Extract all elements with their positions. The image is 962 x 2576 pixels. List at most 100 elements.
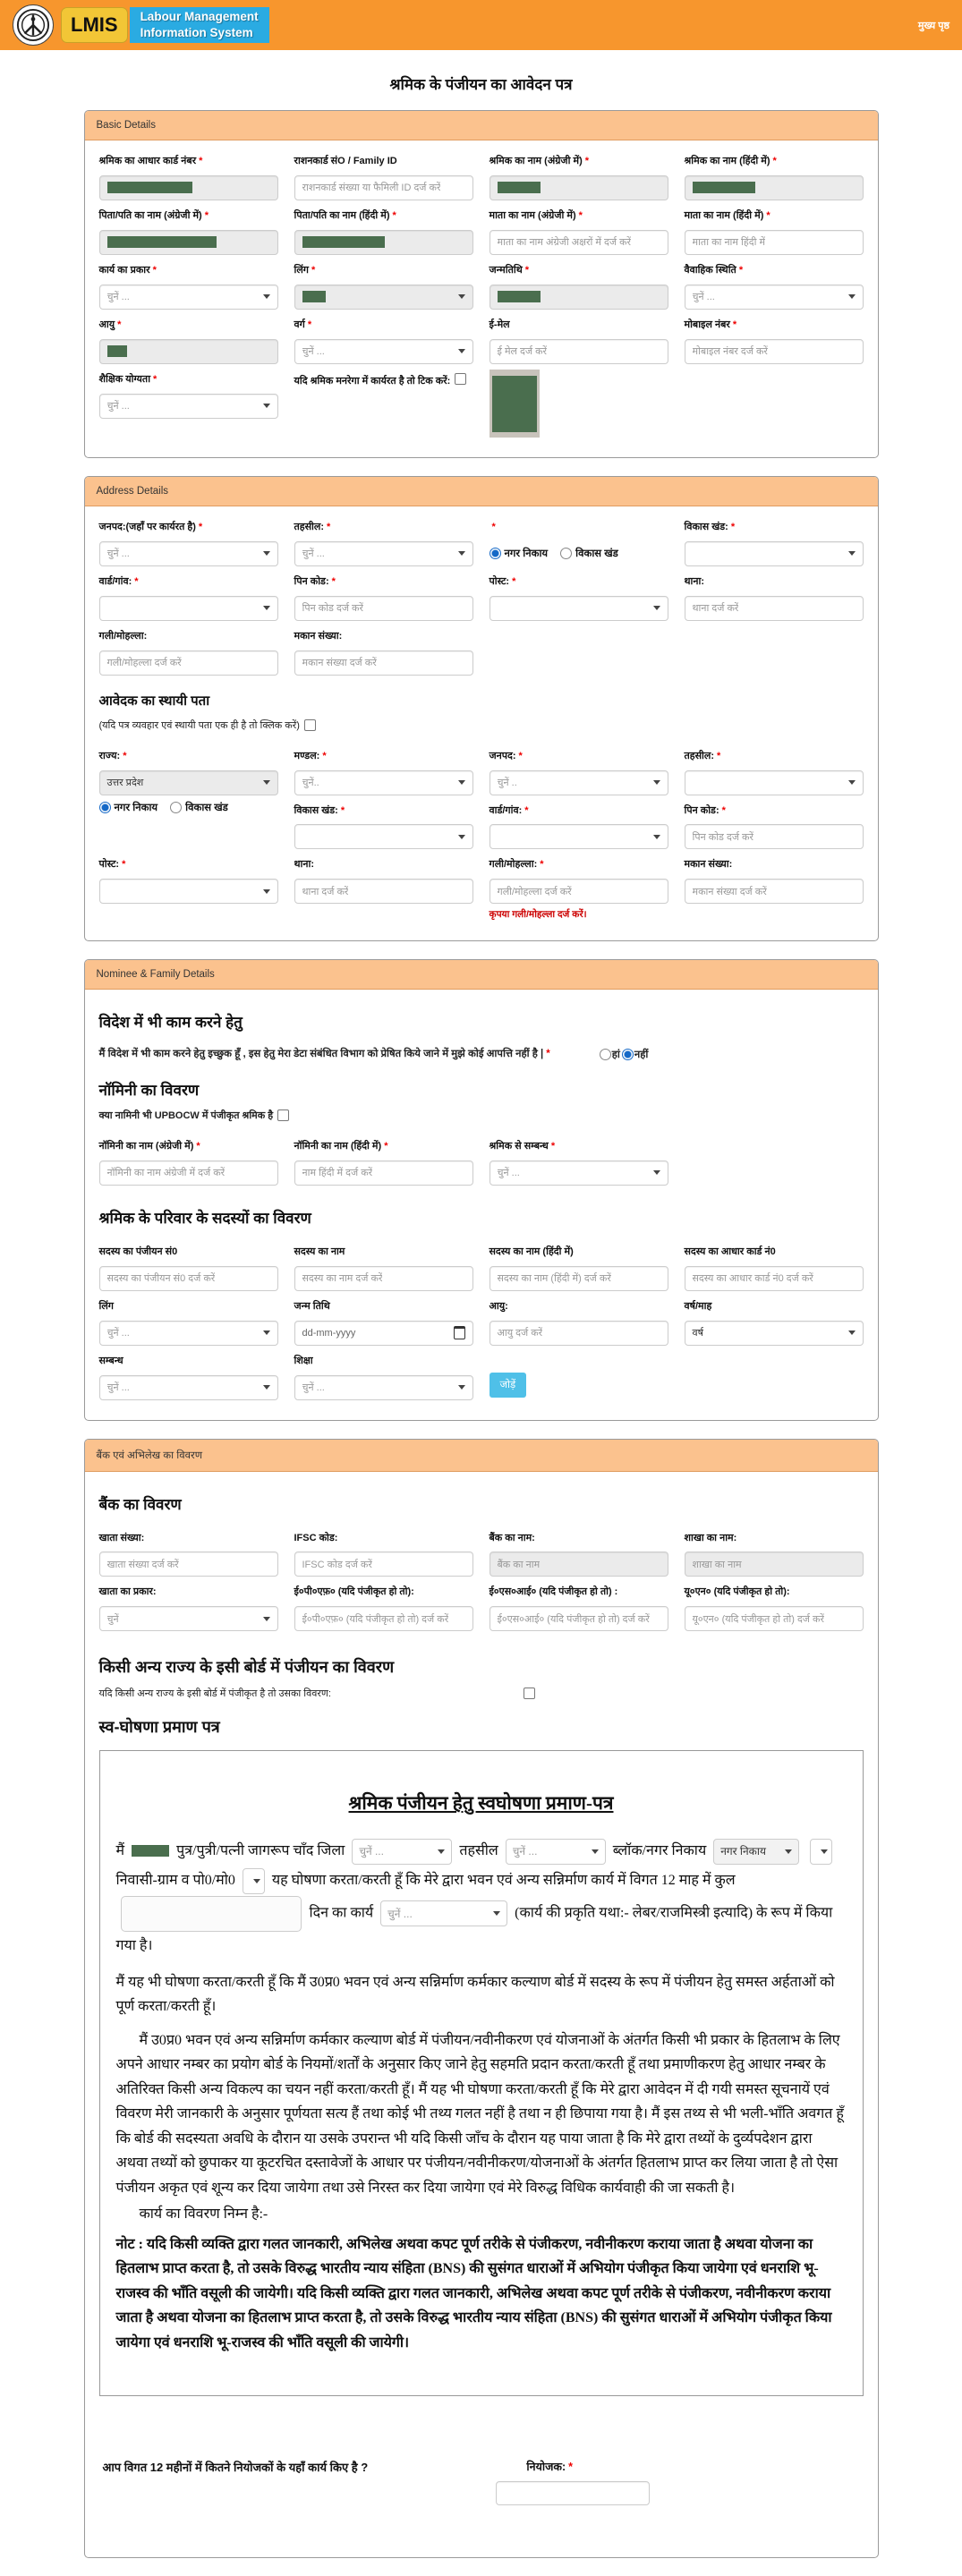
member-aadhaar-input[interactable]: सदस्य का आधार कार्ड नं0 दर्ज करें [684, 1265, 864, 1291]
consent-no-radio[interactable] [621, 1049, 634, 1061]
member-name-input[interactable]: सदस्य का नाम दर्ज करें [294, 1265, 473, 1291]
perm-ward-village-select[interactable] [489, 824, 668, 850]
decl-residence-select[interactable] [242, 1868, 265, 1895]
father-husband-name-en-input[interactable] [98, 229, 278, 255]
un-number-input[interactable]: यू०एन० (यदि पंजीकृत हो तो) दर्ज करें [684, 1606, 864, 1632]
pin-code-input[interactable]: पिन कोड दर्ज करें [294, 595, 473, 621]
consent-yes-radio[interactable] [599, 1049, 611, 1061]
police-station-input[interactable]: थाना दर्ज करें [684, 595, 864, 621]
decl-work-select[interactable]: चुनें ... [380, 1900, 508, 1927]
same-address-checkbox[interactable] [303, 718, 316, 731]
member-name-hi-input[interactable]: सदस्य का नाम (हिंदी में) दर्ज करें [489, 1265, 668, 1291]
worker-name-en-field: श्रमिक का नाम (अंग्रेजी में) * [489, 146, 668, 200]
work-type-select[interactable]: चुनें ... [98, 284, 278, 310]
esi-number-input[interactable]: ई०एस०आई० (यदि पंजीकृत हो तो) दर्ज करें [489, 1606, 668, 1632]
member-relation-select[interactable]: चुनें ... [98, 1374, 278, 1400]
street-mohalla-input[interactable]: गली/मोहल्ला दर्ज करें [98, 650, 278, 676]
mobile-number-input[interactable]: मोबाइल नंबर दर्ज करें [684, 338, 864, 364]
mother-name-en-input[interactable]: माता का नाम अंग्रेजी अक्षरों में दर्ज कर… [489, 229, 668, 255]
perm-post-label: पोस्ट: * [98, 859, 126, 871]
decl-text: तहसील [459, 1843, 498, 1859]
ward-village-select[interactable] [98, 595, 278, 621]
worker-photo [489, 369, 540, 438]
branch-name-input[interactable]: शाखा का नाम [684, 1552, 864, 1577]
decl-district-select[interactable]: चुनें ... [352, 1839, 453, 1866]
foreign-consent-text: मैं विदेश में भी काम करने हेतु इच्छुक हू… [98, 1049, 550, 1060]
ifsc-code-input[interactable]: IFSC कोड दर्ज करें [294, 1552, 473, 1577]
perm-district-select[interactable]: चुनें .. [489, 769, 668, 795]
worker-name-en-input[interactable] [489, 174, 668, 200]
perm-post-select[interactable] [98, 879, 278, 905]
nominee-name-en-input[interactable]: नॉमिनी का नाम अंग्रेजी में दर्ज करें [98, 1160, 278, 1186]
category-select[interactable]: चुनें ... [294, 338, 473, 364]
decl-text: निवासी-ग्राम व पो0/मो0 [115, 1873, 235, 1889]
perm-vikas-khand-select[interactable] [294, 824, 473, 850]
home-link[interactable]: मुख्य पृष्ठ [918, 19, 949, 32]
perm-tehsil-select[interactable] [684, 769, 864, 795]
other-state-checkbox[interactable] [523, 1688, 535, 1700]
perm-nagar-nikay-radio-label: नगर निकाय [114, 803, 158, 813]
aadhaar-number-input[interactable] [98, 174, 278, 200]
form-row: नगर निकाय विकास खंड विकास खंड: * वार्ड/गांव… [98, 795, 864, 850]
vikas-khand-select[interactable] [684, 540, 864, 566]
member-age-input[interactable]: आयु दर्ज करें [489, 1320, 668, 1346]
post-select[interactable] [489, 595, 668, 621]
education-select[interactable]: चुनें ... [98, 393, 278, 419]
district-working-select[interactable]: चुनें ... [98, 540, 278, 566]
nominee-name-hi-input[interactable]: नाम हिंदी में दर्ज करें [294, 1160, 473, 1186]
member-dob-input[interactable]: dd-mm-yyyy [294, 1320, 473, 1346]
decl-body-select[interactable] [810, 1839, 833, 1866]
perm-state-select[interactable]: उत्तर प्रदेश [98, 769, 278, 795]
account-number-input[interactable]: खाता संख्या दर्ज करें [98, 1552, 278, 1577]
email-input[interactable]: ई मेल दर्ज करें [489, 338, 668, 364]
member-aadhaar-label: सदस्य का आधार कार्ड नं0 [684, 1245, 776, 1257]
employer-input[interactable] [496, 2480, 651, 2505]
account-type-select[interactable]: चुनें [98, 1606, 278, 1632]
member-gender-select[interactable]: चुनें ... [98, 1320, 278, 1346]
vikas-khand-radio[interactable] [560, 548, 573, 560]
worker-name-hi-input[interactable] [684, 174, 864, 200]
ration-card-input[interactable]: राशनकार्ड संख्या या फैमिली ID दर्ज करें [294, 174, 473, 200]
perm-nagar-nikay-radio[interactable] [98, 802, 111, 813]
education-field: शैक्षिक योग्यता * चुनें ... [98, 364, 278, 438]
decl-block-select[interactable]: नगर निकाय [713, 1839, 800, 1866]
form-row: श्रमिक का आधार कार्ड नंबर * राशनकार्ड संO … [98, 146, 864, 200]
add-member-button[interactable]: जोड़ें [489, 1372, 527, 1398]
house-number-input[interactable]: मकान संख्या दर्ज करें [294, 650, 473, 676]
employer-field: नियोजक: * [496, 2459, 651, 2505]
calendar-icon[interactable] [453, 1326, 465, 1340]
bank-name-input[interactable]: बैंक का नाम [489, 1552, 668, 1577]
form-row: शैक्षिक योग्यता * चुनें ... यदि श्रमिक मनरे… [98, 364, 864, 438]
gender-select[interactable] [294, 284, 473, 310]
member-education-select[interactable]: चुनें ... [294, 1374, 473, 1400]
nominee-upbocw-checkbox[interactable] [277, 1109, 290, 1121]
consent-no-label: नहीं [634, 1050, 649, 1061]
dob-input[interactable] [489, 284, 668, 310]
member-reg-no-input[interactable]: सदस्य का पंजीयन सं0 दर्ज करें [98, 1265, 278, 1291]
marital-status-select[interactable]: चुनें ... [684, 284, 864, 310]
vikas-khand-label: विकास खंड: * [684, 521, 736, 532]
decl-tehsil-select[interactable]: चुनें ... [505, 1839, 606, 1866]
father-husband-name-hi-input[interactable] [294, 229, 473, 255]
perm-police-station-input[interactable]: थाना दर्ज करें [294, 879, 473, 905]
mnrega-tick-checkbox[interactable] [455, 372, 467, 385]
work-type-field: कार्य का प्रकार * चुनें ... [98, 255, 278, 310]
declaration-paragraph-3: कार्य का विवरण निम्न है:- [139, 2206, 268, 2223]
perm-vikas-khand-radio[interactable] [170, 802, 183, 813]
perm-pin-code-input[interactable]: पिन कोड दर्ज करें [684, 824, 864, 850]
redacted-value [497, 182, 541, 194]
perm-mandal-select[interactable]: चुनें.. [294, 769, 473, 795]
relation-with-worker-select[interactable]: चुनें ... [489, 1160, 668, 1186]
member-year-month-select[interactable]: वर्ष [684, 1320, 864, 1346]
perm-district-field: जनपद: * चुनें .. [489, 741, 668, 795]
decl-days-input[interactable] [120, 1895, 302, 1932]
perm-vikas-khand-label: विकास खंड: * [294, 804, 345, 816]
epf-number-input[interactable]: ई०पी०एफ़० (यदि पंजीकृत हो तो) दर्ज करें [294, 1606, 473, 1632]
nagar-nikay-radio[interactable] [489, 548, 501, 560]
mother-name-hi-input[interactable]: माता का नाम हिंदी में [684, 229, 864, 255]
age-input[interactable] [98, 338, 278, 364]
decl-text: मैं [115, 1843, 125, 1859]
perm-street-mohalla-input[interactable]: गली/मोहल्ला दर्ज करें [489, 879, 668, 905]
perm-house-number-input[interactable]: मकान संख्या दर्ज करें [684, 879, 864, 905]
tehsil-select[interactable]: चुनें ... [294, 540, 473, 566]
